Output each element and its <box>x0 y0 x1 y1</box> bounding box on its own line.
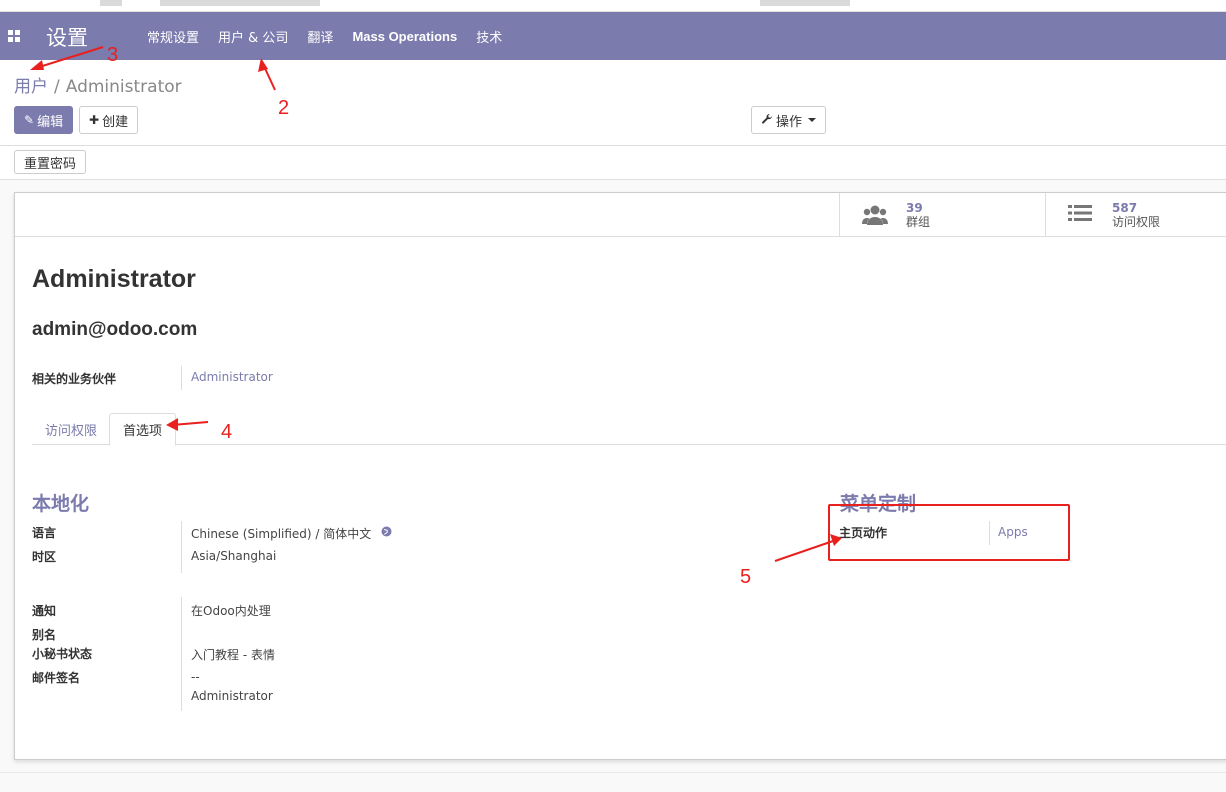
annotation-number-4: 4 <box>221 421 233 443</box>
menu-users-companies[interactable]: 用户 & 公司 <box>218 27 288 46</box>
odoobot-status-value: 入门教程 - 表情 <box>191 648 275 662</box>
app-title: 设置 <box>46 26 88 50</box>
smart-button-box: 39 群组 587 访问权限 <box>15 193 1226 237</box>
tab-preferences[interactable]: 首选项 <box>109 413 177 446</box>
breadcrumb-current: Administrator <box>65 77 182 97</box>
breadcrumb-separator: / <box>54 77 60 97</box>
alias-label: 别名 <box>32 628 57 642</box>
access-rights-count: 587 <box>1112 201 1138 215</box>
localization-section-title: 本地化 <box>32 493 90 515</box>
chevron-down-icon <box>808 118 817 122</box>
list-icon <box>1068 204 1094 226</box>
users-icon <box>862 204 888 226</box>
globe-icon[interactable] <box>381 526 392 541</box>
timezone-value: Asia/Shanghai <box>191 549 277 563</box>
annotation-number-2: 2 <box>278 97 290 119</box>
record-title: Administrator <box>32 265 196 293</box>
action-dropdown-button[interactable]: 操作 <box>751 106 827 134</box>
annotation-number-5: 5 <box>740 566 752 588</box>
field-divider <box>181 597 182 711</box>
groups-count: 39 <box>906 201 923 215</box>
record-login: admin@odoo.com <box>32 319 198 340</box>
field-divider <box>181 521 182 573</box>
wrench-icon <box>761 113 773 128</box>
browser-tab-fragment <box>760 0 850 6</box>
menu-translations[interactable]: 翻译 <box>307 27 333 46</box>
pencil-icon: ✎ <box>24 113 35 127</box>
notification-value: 在Odoo内处理 <box>191 604 271 618</box>
breadcrumb: 用户 / Administrator <box>14 72 182 97</box>
form-sheet: 39 群组 587 访问权限 Administrator admin@odoo.… <box>14 192 1226 760</box>
top-menu: 常规设置 用户 & 公司 翻译 Mass Operations 技术 <box>147 12 521 60</box>
related-partner-link[interactable]: Administrator <box>191 370 273 384</box>
related-partner-label: 相关的业务伙伴 <box>32 372 117 386</box>
menu-mass-operations[interactable]: Mass Operations <box>352 29 457 44</box>
browser-toolbar-strip <box>0 0 1226 12</box>
notebook-tabs: 访问权限 首选项 <box>32 411 1226 446</box>
control-panel: 用户 / Administrator ✎ 编辑 ✚ 创建 操作 <box>0 60 1226 146</box>
language-label: 语言 <box>32 526 57 540</box>
signature-line-1: -- <box>191 670 200 684</box>
main-navbar: 设置 常规设置 用户 & 公司 翻译 Mass Operations 技术 <box>0 12 1226 60</box>
reset-password-button[interactable]: 重置密码 <box>14 150 87 174</box>
language-value: Chinese (Simplified) / 简体中文 <box>191 527 372 541</box>
tab-access-rights[interactable]: 访问权限 <box>32 413 110 446</box>
form-statusbar: 重置密码 <box>0 146 1226 180</box>
signature-label: 邮件签名 <box>32 671 81 685</box>
create-button-label: 创建 <box>102 114 129 130</box>
annotation-number-3: 3 <box>107 44 119 66</box>
menu-general-settings[interactable]: 常规设置 <box>147 27 199 46</box>
access-rights-stat-button[interactable]: 587 访问权限 <box>1045 193 1226 237</box>
breadcrumb-users-link[interactable]: 用户 <box>14 77 48 97</box>
signature-line-2: Administrator <box>191 689 273 703</box>
groups-label: 群组 <box>906 215 931 229</box>
access-rights-label: 访问权限 <box>1112 215 1161 229</box>
browser-reload-icon[interactable] <box>100 0 122 6</box>
menu-technical[interactable]: 技术 <box>476 27 502 46</box>
plus-icon: ✚ <box>89 113 100 127</box>
page-footer-area <box>0 772 1226 792</box>
edit-button-label: 编辑 <box>37 114 64 130</box>
notification-label: 通知 <box>32 604 57 618</box>
groups-stat-button[interactable]: 39 群组 <box>839 193 1045 237</box>
create-button[interactable]: ✚ 创建 <box>79 106 139 134</box>
browser-address-fragment <box>160 0 320 6</box>
timezone-label: 时区 <box>32 550 57 564</box>
edit-button[interactable]: ✎ 编辑 <box>14 106 74 134</box>
annotation-highlight-box <box>828 504 1070 561</box>
action-button-label: 操作 <box>776 114 803 130</box>
field-divider <box>181 366 182 390</box>
odoobot-status-label: 小秘书状态 <box>32 647 93 661</box>
apps-menu-icon[interactable] <box>8 30 20 42</box>
